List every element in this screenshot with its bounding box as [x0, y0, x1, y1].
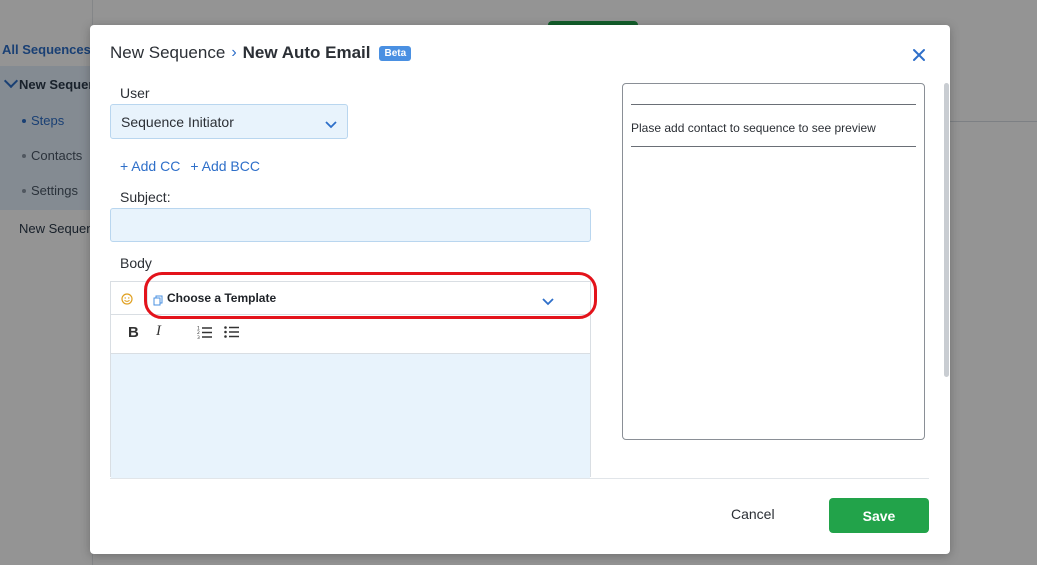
body-editor: Choose a Template B I 123 — [110, 281, 591, 478]
bullet-list-icon[interactable] — [224, 325, 239, 344]
chevron-down-icon — [542, 293, 554, 311]
cc-links: + Add CC + Add BCC — [120, 158, 260, 174]
user-select[interactable]: Sequence Initiator — [110, 104, 348, 139]
copy-icon — [153, 293, 163, 311]
email-preview-panel: Plase add contact to sequence to see pre… — [622, 83, 925, 440]
breadcrumb-separator-icon: › — [231, 44, 237, 61]
footer-divider — [110, 478, 929, 479]
preview-divider — [631, 104, 916, 105]
template-select[interactable]: Choose a Template — [147, 284, 588, 312]
add-bcc-link[interactable]: + Add BCC — [190, 158, 260, 174]
close-icon[interactable] — [912, 48, 928, 64]
body-textarea[interactable] — [111, 354, 590, 478]
user-select-value: Sequence Initiator — [121, 114, 234, 130]
chevron-down-icon — [325, 116, 337, 134]
editor-toolbar: B I 123 — [111, 315, 590, 354]
bold-button[interactable]: B — [128, 324, 139, 341]
breadcrumb-current: New Auto Email — [242, 43, 371, 62]
preview-divider — [631, 146, 916, 147]
italic-button[interactable]: I — [156, 323, 161, 340]
preview-message: Plase add contact to sequence to see pre… — [631, 121, 876, 135]
modal-scrollbar[interactable] — [944, 83, 949, 377]
cancel-button[interactable]: Cancel — [731, 506, 775, 522]
new-auto-email-modal: New Sequence › New Auto Email Beta User … — [90, 25, 950, 554]
beta-badge: Beta — [379, 45, 412, 61]
editor-template-bar: Choose a Template — [111, 282, 590, 315]
subject-input[interactable] — [110, 208, 591, 242]
template-select-label: Choose a Template — [167, 291, 277, 305]
save-button[interactable]: Save — [829, 498, 929, 533]
subject-label: Subject: — [120, 189, 171, 205]
breadcrumb: New Sequence › New Auto Email Beta — [110, 43, 412, 63]
breadcrumb-parent[interactable]: New Sequence — [110, 43, 225, 63]
add-cc-link[interactable]: + Add CC — [120, 158, 180, 174]
user-label: User — [120, 85, 150, 101]
svg-text:3: 3 — [197, 335, 200, 339]
body-label: Body — [120, 255, 152, 271]
ordered-list-icon[interactable]: 123 — [197, 325, 212, 344]
smiley-icon[interactable] — [121, 292, 133, 310]
